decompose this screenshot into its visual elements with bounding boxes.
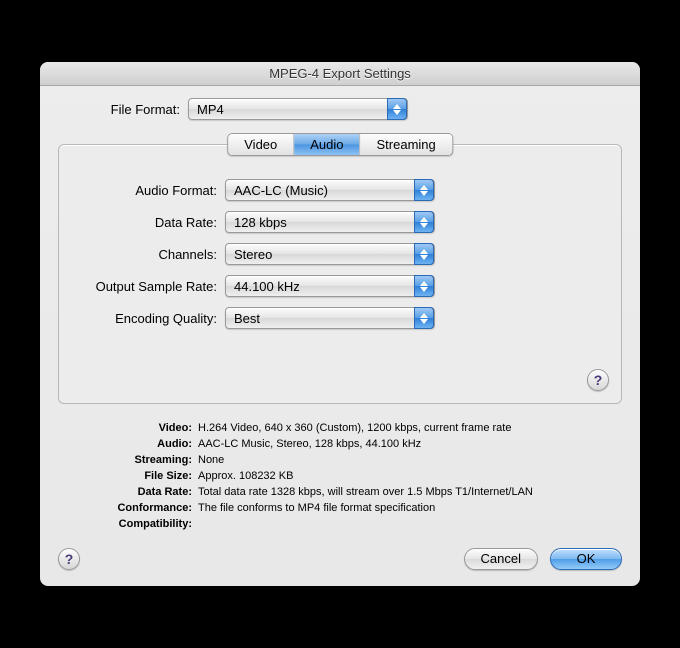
summary-filesize-value: Approx. 108232 KB — [198, 468, 622, 484]
summary-filesize-label: File Size: — [58, 468, 198, 484]
sample-rate-value: 44.100 kHz — [234, 279, 300, 294]
help-icon: ? — [594, 372, 603, 388]
cancel-button[interactable]: Cancel — [464, 548, 538, 570]
channels-select[interactable]: Stereo — [225, 243, 435, 265]
summary-conformance-value: The file conforms to MP4 file format spe… — [198, 500, 622, 516]
data-rate-label: Data Rate: — [75, 215, 225, 230]
channels-label: Channels: — [75, 247, 225, 262]
summary-video-value: H.264 Video, 640 x 360 (Custom), 1200 kb… — [198, 420, 622, 436]
summary-video-label: Video: — [58, 420, 198, 436]
file-format-value: MP4 — [197, 102, 224, 117]
updown-icon — [414, 243, 434, 265]
window-help-button[interactable]: ? — [58, 548, 80, 570]
file-format-select[interactable]: MP4 — [188, 98, 408, 120]
footer: ? Cancel OK — [58, 548, 622, 570]
tab-streaming[interactable]: Streaming — [361, 134, 452, 155]
sample-rate-select[interactable]: 44.100 kHz — [225, 275, 435, 297]
tab-video[interactable]: Video — [228, 134, 294, 155]
file-format-label: File Format: — [40, 102, 188, 117]
updown-icon — [414, 275, 434, 297]
audio-format-label: Audio Format: — [75, 183, 225, 198]
help-icon: ? — [65, 551, 74, 567]
tab-audio[interactable]: Audio — [294, 134, 360, 155]
summary-compatibility-value — [198, 516, 622, 532]
updown-icon — [414, 211, 434, 233]
updown-icon — [387, 98, 407, 120]
tab-bar: Video Audio Streaming — [227, 133, 453, 156]
encoding-quality-select[interactable]: Best — [225, 307, 435, 329]
channels-value: Stereo — [234, 247, 272, 262]
audio-format-value: AAC-LC (Music) — [234, 183, 328, 198]
window-title: MPEG-4 Export Settings — [269, 66, 411, 81]
summary-audio-label: Audio: — [58, 436, 198, 452]
encoding-quality-label: Encoding Quality: — [75, 311, 225, 326]
settings-group: Video Audio Streaming Audio Format: AAC-… — [58, 144, 622, 404]
summary-streaming-value: None — [198, 452, 622, 468]
audio-data-rate-value: 128 kbps — [234, 215, 287, 230]
window-content: File Format: MP4 Video Audio Streaming A… — [40, 86, 640, 586]
encoding-quality-value: Best — [234, 311, 260, 326]
summary: Video: H.264 Video, 640 x 360 (Custom), … — [58, 420, 622, 532]
ok-button[interactable]: OK — [550, 548, 622, 570]
group-help-button[interactable]: ? — [587, 369, 609, 391]
summary-audio-value: AAC-LC Music, Stereo, 128 kbps, 44.100 k… — [198, 436, 622, 452]
summary-compatibility-label: Compatibility: — [58, 516, 198, 532]
sample-rate-label: Output Sample Rate: — [75, 279, 225, 294]
export-settings-window: MPEG-4 Export Settings File Format: MP4 … — [40, 62, 640, 586]
summary-datarate-value: Total data rate 1328 kbps, will stream o… — [198, 484, 622, 500]
summary-conformance-label: Conformance: — [58, 500, 198, 516]
summary-streaming-label: Streaming: — [58, 452, 198, 468]
audio-format-select[interactable]: AAC-LC (Music) — [225, 179, 435, 201]
window-titlebar: MPEG-4 Export Settings — [40, 62, 640, 86]
updown-icon — [414, 307, 434, 329]
summary-datarate-label: Data Rate: — [58, 484, 198, 500]
updown-icon — [414, 179, 434, 201]
audio-data-rate-select[interactable]: 128 kbps — [225, 211, 435, 233]
